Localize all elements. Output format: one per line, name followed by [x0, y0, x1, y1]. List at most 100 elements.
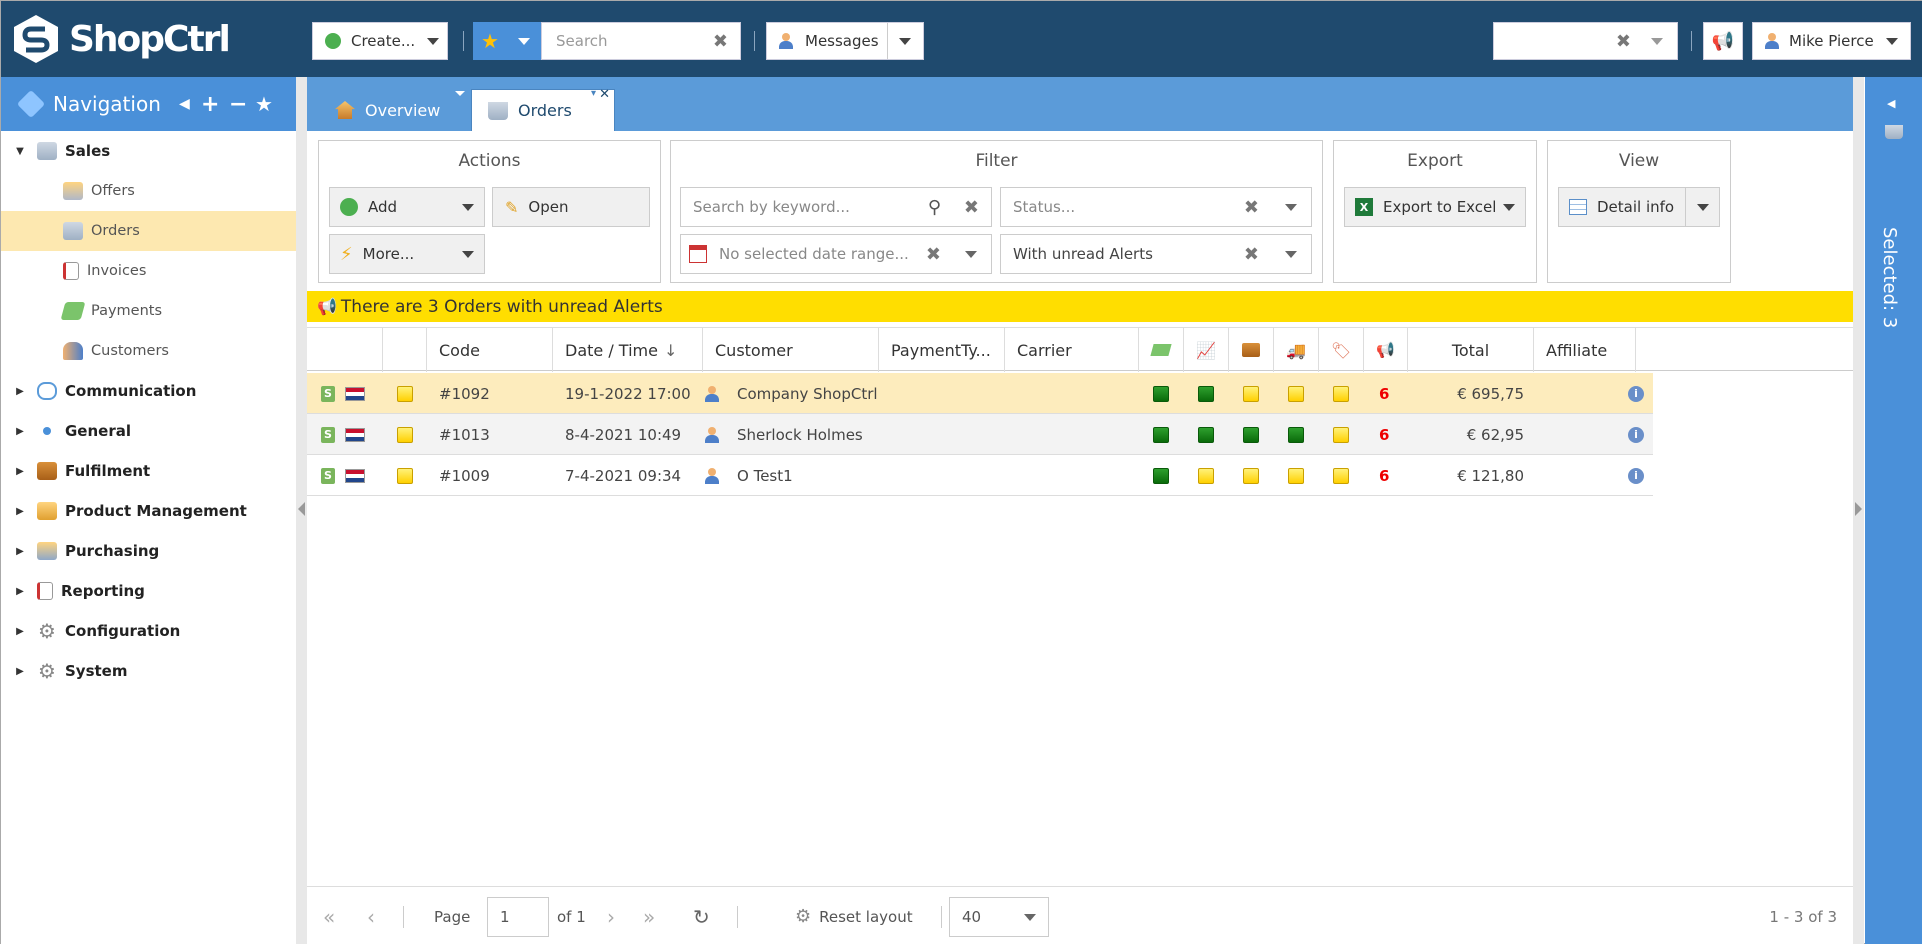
- collapsed-arrow-icon[interactable]: ▶: [11, 666, 29, 677]
- tab-menu-icon[interactable]: [455, 91, 465, 96]
- favorites-button[interactable]: ★: [473, 22, 507, 60]
- column-header-total[interactable]: Total: [1408, 328, 1534, 372]
- left-splitter[interactable]: [296, 77, 307, 944]
- add-button[interactable]: Add: [329, 187, 485, 227]
- date-range-input[interactable]: No selected date range... ✖: [680, 234, 992, 274]
- collapsed-arrow-icon[interactable]: ▶: [11, 426, 29, 437]
- reset-layout-button[interactable]: ⚙ Reset layout: [795, 887, 913, 944]
- customer-name[interactable]: O Test1: [737, 455, 793, 496]
- collapse-right-icon[interactable]: [1855, 502, 1862, 516]
- next-page-button[interactable]: ›: [607, 887, 615, 944]
- nav-item-offers[interactable]: Offers: [1, 171, 296, 211]
- customer-name[interactable]: Company ShopCtrl: [737, 373, 878, 414]
- collapsed-arrow-icon[interactable]: ▶: [11, 546, 29, 557]
- nav-item-general[interactable]: ▶ General: [1, 411, 296, 451]
- column-header-fulfilment[interactable]: [1229, 328, 1274, 372]
- nav-item-fulfilment[interactable]: ▶ Fulfilment: [1, 451, 296, 491]
- create-button[interactable]: Create...: [312, 22, 448, 60]
- column-header-source[interactable]: [307, 328, 383, 372]
- column-header-carrier[interactable]: Carrier: [1005, 328, 1139, 372]
- table-row[interactable]: S #1013 8-4-2021 10:49 Sherlock Holmes 6 € 62…: [307, 414, 1653, 455]
- column-header-date[interactable]: Date / Time ↓: [553, 328, 703, 372]
- tab-orders[interactable]: Orders ▾ ✕: [471, 87, 615, 131]
- nav-item-purchasing[interactable]: ▶ Purchasing: [1, 531, 296, 571]
- nav-item-system[interactable]: ▶ ⚙ System: [1, 651, 296, 691]
- collapsed-arrow-icon[interactable]: ▶: [11, 506, 29, 517]
- order-code[interactable]: #1092: [439, 373, 490, 414]
- star-icon[interactable]: ★: [255, 92, 273, 116]
- messages-button[interactable]: Messages: [766, 22, 924, 60]
- previous-page-button[interactable]: ‹: [367, 887, 375, 944]
- info-icon[interactable]: i: [1628, 455, 1644, 496]
- nav-item-reporting[interactable]: ▶ Reporting: [1, 571, 296, 611]
- favorites-dropdown[interactable]: [507, 22, 541, 60]
- column-header-customer[interactable]: Customer: [703, 328, 879, 372]
- nav-item-communication[interactable]: ▶ Communication: [1, 371, 296, 411]
- alerts-banner[interactable]: 📢 There are 3 Orders with unread Alerts: [307, 291, 1853, 322]
- column-header-tags[interactable]: 🏷: [1319, 328, 1364, 372]
- context-select[interactable]: ✖: [1493, 22, 1678, 60]
- column-header-code[interactable]: Code: [427, 328, 553, 372]
- tab-menu-icon[interactable]: ▾: [591, 88, 596, 99]
- last-page-button[interactable]: »: [643, 887, 655, 944]
- refresh-icon[interactable]: ↻: [693, 887, 710, 944]
- collapse-all-icon[interactable]: −: [229, 92, 247, 117]
- nav-item-invoices[interactable]: Invoices: [1, 251, 296, 291]
- user-menu-button[interactable]: Mike Pierce: [1752, 22, 1911, 60]
- expand-all-icon[interactable]: +: [201, 92, 219, 117]
- status-select[interactable]: Status... ✖: [1000, 187, 1312, 227]
- open-button[interactable]: ✎ Open: [492, 187, 650, 227]
- export-excel-button[interactable]: X Export to Excel: [1344, 187, 1526, 227]
- selected-items-panel[interactable]: ◀ Selected: 3: [1865, 77, 1922, 944]
- global-search-input[interactable]: Search ✖: [541, 22, 741, 60]
- nav-item-product-management[interactable]: ▶ Product Management: [1, 491, 296, 531]
- column-header-payment[interactable]: [1139, 328, 1184, 372]
- table-row[interactable]: S #1092 19-1-2022 17:00 Company ShopCtrl 6 € …: [307, 373, 1653, 414]
- column-header-payment-type[interactable]: PaymentTy...: [879, 328, 1005, 372]
- close-tab-icon[interactable]: ✕: [599, 87, 610, 102]
- page-number-input[interactable]: 1: [487, 887, 549, 944]
- column-header-statistics[interactable]: 📈: [1184, 328, 1229, 372]
- column-header-alerts[interactable]: 📢: [1364, 328, 1408, 372]
- collapsed-arrow-icon[interactable]: ▶: [11, 626, 29, 637]
- chevron-down-icon[interactable]: [1285, 251, 1297, 258]
- nav-item-sales[interactable]: ▼ Sales: [1, 131, 296, 171]
- column-header-status[interactable]: [383, 328, 427, 372]
- keyword-search-input[interactable]: Search by keyword... ⚲ ✖: [680, 187, 992, 227]
- nav-item-customers[interactable]: Customers: [1, 331, 296, 371]
- collapse-left-icon[interactable]: [298, 502, 305, 516]
- clear-date-icon[interactable]: ✖: [926, 244, 941, 265]
- collapse-left-icon[interactable]: ◀: [179, 96, 190, 112]
- order-code[interactable]: #1009: [439, 455, 490, 496]
- nav-item-configuration[interactable]: ▶ ⚙ Configuration: [1, 611, 296, 651]
- clear-select-icon[interactable]: ✖: [1616, 31, 1631, 52]
- clear-alerts-icon[interactable]: ✖: [1244, 244, 1259, 265]
- clear-status-icon[interactable]: ✖: [1244, 197, 1259, 218]
- collapsed-arrow-icon[interactable]: ▶: [11, 586, 29, 597]
- column-header-affiliate[interactable]: Affiliate: [1534, 328, 1636, 372]
- tab-overview[interactable]: Overview: [319, 89, 465, 131]
- clear-keyword-icon[interactable]: ✖: [964, 197, 979, 218]
- column-header-shipping[interactable]: 🚚: [1274, 328, 1319, 372]
- search-icon[interactable]: ⚲: [928, 197, 941, 218]
- alerts-button[interactable]: 📢: [1703, 22, 1743, 60]
- collapsed-arrow-icon[interactable]: ▶: [11, 466, 29, 477]
- detail-info-button[interactable]: Detail info: [1558, 187, 1720, 227]
- page-size-select[interactable]: 40: [949, 887, 1049, 944]
- first-page-button[interactable]: «: [323, 887, 335, 944]
- table-row[interactable]: S #1009 7-4-2021 09:34 O Test1 6 € 121,80 i: [307, 455, 1653, 496]
- order-code[interactable]: #1013: [439, 414, 490, 455]
- info-icon[interactable]: i: [1628, 373, 1644, 414]
- chevron-down-icon[interactable]: [1285, 204, 1297, 211]
- app-logo[interactable]: ShopCtrl: [11, 13, 231, 65]
- collapsed-arrow-icon[interactable]: ▶: [11, 386, 29, 397]
- chevron-down-icon[interactable]: [965, 251, 977, 258]
- more-button[interactable]: ⚡ More...: [329, 234, 485, 274]
- nav-item-orders[interactable]: Orders: [1, 211, 296, 251]
- collapse-left-icon[interactable]: ◀: [1887, 97, 1895, 110]
- info-icon[interactable]: i: [1628, 414, 1644, 455]
- expanded-arrow-icon[interactable]: ▼: [11, 146, 29, 157]
- right-splitter[interactable]: [1853, 77, 1864, 944]
- clear-search-icon[interactable]: ✖: [713, 31, 728, 52]
- customer-name[interactable]: Sherlock Holmes: [737, 414, 863, 455]
